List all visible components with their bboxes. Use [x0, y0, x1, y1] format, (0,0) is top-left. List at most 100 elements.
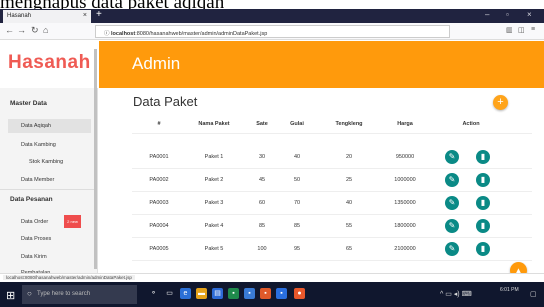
- cell-gulai: 85: [293, 223, 301, 229]
- cell-tengkleng: 55: [345, 223, 353, 229]
- cell-id: PA0001: [149, 154, 169, 160]
- minimize-icon[interactable]: –: [485, 10, 489, 19]
- row-divider: [132, 214, 532, 215]
- cell-id: PA0002: [149, 177, 169, 183]
- cell-nama-paket: Paket 3: [204, 200, 224, 206]
- cell-nama-paket: Paket 2: [204, 177, 224, 183]
- row-divider: [132, 237, 532, 238]
- column-header-sate: Sate: [256, 121, 268, 127]
- edge-icon[interactable]: e: [180, 288, 191, 299]
- taskbar-search-box[interactable]: ○ Type here to search: [22, 285, 137, 304]
- maximize-icon[interactable]: ▫: [506, 10, 509, 19]
- store-icon[interactable]: ▤: [212, 288, 223, 299]
- taskbar: ⊞ ○ Type here to search ⚬ ▭ e ▬ ▤ ▪ ▪ ▪ …: [0, 282, 544, 307]
- edit-icon[interactable]: ✎: [445, 219, 459, 233]
- system-tray-icons[interactable]: ^ ▭ ◂) ⌨: [440, 290, 472, 298]
- cell-harga: 1800000: [394, 223, 416, 229]
- column-header-number: #: [157, 121, 161, 127]
- url-host: localhost: [111, 31, 136, 37]
- reload-icon[interactable]: ↻: [31, 25, 39, 36]
- new-tab-icon[interactable]: +: [96, 9, 102, 20]
- cell-sate: 60: [258, 200, 266, 206]
- close-tab-icon[interactable]: ×: [83, 12, 87, 19]
- sidebar-item-data-kambing[interactable]: Data Kambing: [21, 142, 56, 148]
- file-explorer-icon[interactable]: ▬: [196, 288, 207, 299]
- edit-icon[interactable]: ✎: [445, 196, 459, 210]
- edit-icon[interactable]: ✎: [445, 173, 459, 187]
- table-header-divider: [132, 133, 532, 134]
- page-title: Data Paket: [133, 94, 198, 109]
- delete-icon[interactable]: ▮: [476, 196, 490, 210]
- cell-id: PA0005: [149, 246, 169, 252]
- menu-icon[interactable]: ≡: [531, 26, 535, 33]
- sidebar: Hasanah Master Data Data Aqiqah Data Kam…: [0, 41, 98, 276]
- cell-harga: 1350000: [394, 200, 416, 206]
- cell-sate: 100: [257, 246, 267, 252]
- sidebar-item-data-aqiqah[interactable]: Data Aqiqah: [8, 119, 91, 133]
- column-header-gulai: Gulai: [290, 121, 304, 127]
- sidebar-item-data-order[interactable]: Data Order: [21, 219, 48, 225]
- app-blue2-icon[interactable]: ▪: [276, 288, 287, 299]
- info-icon: ⓘ: [104, 31, 112, 37]
- column-header-nama-paket: Nama Paket: [198, 121, 230, 127]
- app-header: Admin: [99, 41, 544, 88]
- address-bar[interactable]: ⓘ localhost:8080/hasanahweb/master/admin…: [95, 25, 450, 38]
- app-orange-icon[interactable]: ▪: [260, 288, 271, 299]
- windows-start-icon[interactable]: ⊞: [6, 289, 15, 302]
- cell-nama-paket: Paket 1: [204, 154, 224, 160]
- notification-icon[interactable]: ▢: [530, 290, 537, 298]
- delete-icon[interactable]: ▮: [476, 150, 490, 164]
- taskbar-clock[interactable]: 6:01 PM: [500, 287, 519, 294]
- cell-sate: 85: [258, 223, 266, 229]
- forward-icon[interactable]: →: [17, 25, 26, 35]
- section-title-data-pesanan: Data Pesanan: [10, 196, 53, 203]
- app-blue-icon[interactable]: ▪: [244, 288, 255, 299]
- cell-tengkleng: 20: [345, 154, 353, 160]
- cell-harga: 2100000: [394, 246, 416, 252]
- cell-tengkleng: 25: [345, 177, 353, 183]
- cell-nama-paket: Paket 5: [204, 246, 224, 252]
- add-paket-button[interactable]: +: [493, 95, 508, 110]
- browser-tab-bar: Hasanah × + – ▫ ×: [0, 9, 544, 23]
- sidebar-toggle-icon[interactable]: ◫: [518, 26, 525, 34]
- delete-icon[interactable]: ▮: [476, 173, 490, 187]
- logo-area: Hasanah: [0, 41, 98, 88]
- page: menghapus data paket aqiqah Hasanah × + …: [0, 0, 544, 307]
- app-green-icon[interactable]: ▪: [228, 288, 239, 299]
- sidebar-item-data-proses[interactable]: Data Proses: [21, 236, 51, 242]
- sidebar-scrollbar[interactable]: [94, 49, 97, 269]
- sidebar-item-data-kirim[interactable]: Data Kirim: [21, 254, 47, 260]
- new-order-badge: 2 new: [64, 215, 81, 228]
- cell-tengkleng: 40: [345, 200, 353, 206]
- cell-sate: 45: [258, 177, 266, 183]
- edit-icon[interactable]: ✎: [445, 150, 459, 164]
- delete-icon[interactable]: ▮: [476, 219, 490, 233]
- sidebar-item-data-member[interactable]: Data Member: [21, 177, 54, 183]
- sidebar-item-stok-kambing[interactable]: Stok Kambing: [29, 159, 63, 165]
- row-divider: [132, 191, 532, 192]
- home-icon[interactable]: ⌂: [43, 25, 48, 35]
- delete-icon[interactable]: ▮: [476, 242, 490, 256]
- cell-id: PA0004: [149, 223, 169, 229]
- status-bar: localhost:8080/hasanahweb/master/admin/a…: [0, 273, 544, 282]
- firefox-icon[interactable]: ●: [294, 288, 305, 299]
- column-header-tengkleng: Tengkleng: [335, 121, 363, 127]
- logo[interactable]: Hasanah: [8, 52, 91, 74]
- cell-harga: 950000: [395, 154, 415, 160]
- section-title-master-data: Master Data: [10, 100, 47, 107]
- library-icon[interactable]: ▥: [506, 26, 513, 34]
- column-header-action: Action: [462, 121, 480, 127]
- status-url: localhost:8080/hasanahweb/master/admin/a…: [3, 275, 135, 280]
- cell-tengkleng: 65: [345, 246, 353, 252]
- cell-gulai: 40: [293, 154, 301, 160]
- edit-icon[interactable]: ✎: [445, 242, 459, 256]
- row-divider: [132, 260, 532, 261]
- browser-tab[interactable]: Hasanah ×: [3, 10, 91, 23]
- cortana-icon[interactable]: ⚬: [148, 288, 159, 299]
- close-window-icon[interactable]: ×: [527, 10, 532, 19]
- clock-time: 6:01 PM: [500, 287, 519, 293]
- tab-title: Hasanah: [7, 13, 32, 19]
- task-view-icon[interactable]: ▭: [164, 288, 175, 299]
- cell-nama-paket: Paket 4: [204, 223, 224, 229]
- back-icon[interactable]: ←: [5, 25, 14, 35]
